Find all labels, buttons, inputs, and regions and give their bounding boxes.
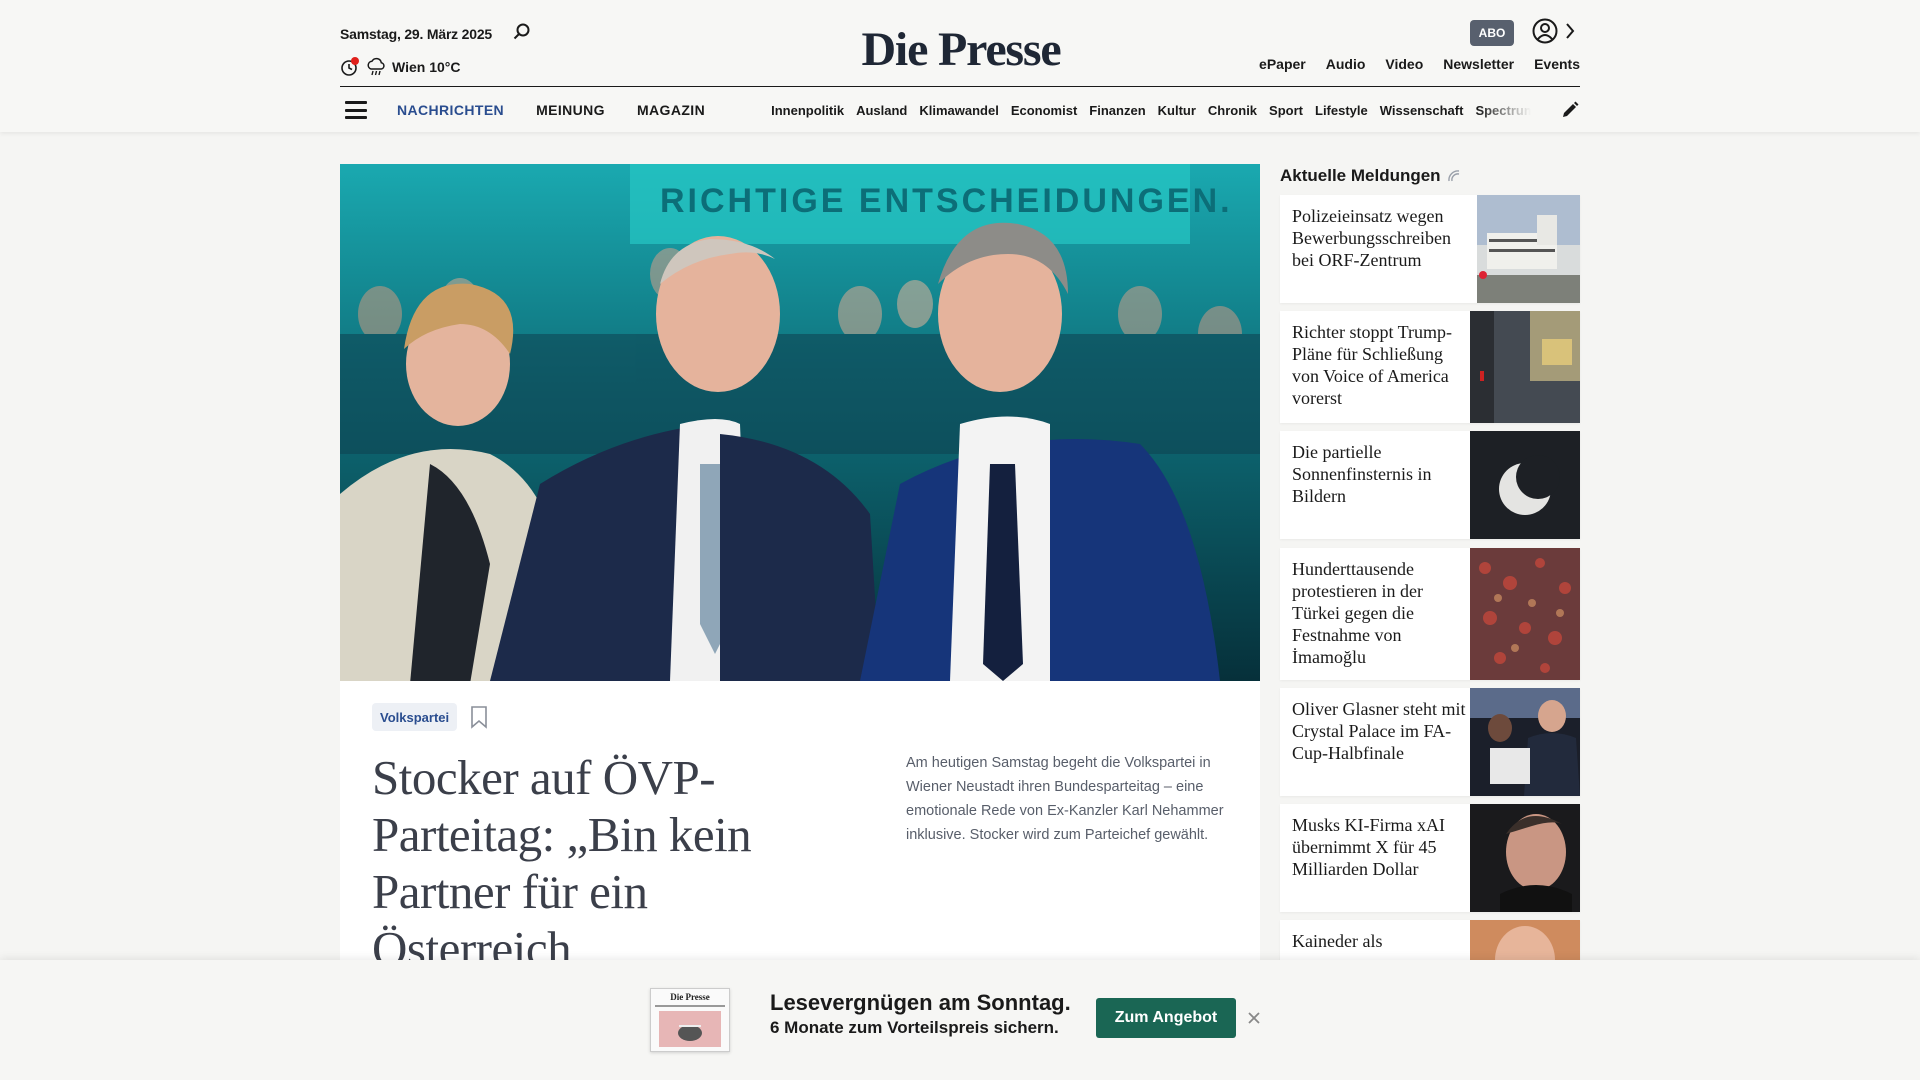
news-card-image xyxy=(1470,431,1580,539)
primary-nav: NACHRICHTEN MEINUNG MAGAZIN xyxy=(397,102,705,118)
sidebar-title-text: Aktuelle Meldungen xyxy=(1280,166,1441,185)
news-card-title[interactable]: Oliver Glasner steht mit Crystal Palace … xyxy=(1292,698,1468,764)
link-audio[interactable]: Audio xyxy=(1326,56,1366,72)
hero-image[interactable]: RICHTIGE ENTSCHEIDUNGEN. xyxy=(340,164,1260,681)
news-card[interactable]: Die partielle Sonnenfinsternis in Bilder… xyxy=(1280,431,1580,539)
abo-button[interactable]: ABO xyxy=(1470,20,1514,46)
link-epaper[interactable]: ePaper xyxy=(1259,56,1306,72)
nav-economist[interactable]: Economist xyxy=(1011,103,1077,118)
news-card[interactable]: Richter stoppt Trump-Pläne für Schließun… xyxy=(1280,311,1580,423)
header-divider xyxy=(340,86,1580,87)
news-card-image xyxy=(1477,195,1580,303)
nav-nachrichten[interactable]: NACHRICHTEN xyxy=(397,102,504,118)
news-card-image xyxy=(1470,804,1580,912)
news-card[interactable]: Oliver Glasner steht mit Crystal Palace … xyxy=(1280,688,1580,796)
close-icon[interactable] xyxy=(1246,1010,1262,1026)
link-video[interactable]: Video xyxy=(1385,56,1423,72)
search-icon[interactable] xyxy=(512,22,532,42)
news-card-image xyxy=(1470,548,1580,680)
pulse-icon xyxy=(1447,170,1459,182)
hero-banner-text: RICHTIGE ENTSCHEIDUNGEN. xyxy=(660,182,1233,220)
section-nav: Innenpolitik Ausland Klimawandel Economi… xyxy=(771,103,1531,118)
site-logo[interactable]: Die Presse xyxy=(859,22,1063,77)
offer-button[interactable]: Zum Angebot xyxy=(1096,998,1236,1038)
news-card-title[interactable]: Die partielle Sonnenfinsternis in Bilder… xyxy=(1292,441,1432,507)
nav-magazin[interactable]: MAGAZIN xyxy=(637,102,705,118)
nav-innenpolitik[interactable]: Innenpolitik xyxy=(771,103,844,118)
nav-wissenschaft[interactable]: Wissenschaft xyxy=(1380,103,1464,118)
pencil-icon[interactable] xyxy=(1560,100,1580,120)
news-card[interactable]: Hunderttausende protestieren in der Türk… xyxy=(1280,548,1580,680)
nav-meinung[interactable]: MEINUNG xyxy=(536,102,605,118)
weather-text: Wien 10°C xyxy=(392,59,461,75)
link-newsletter[interactable]: Newsletter xyxy=(1443,56,1514,72)
bookmark-icon[interactable] xyxy=(470,705,488,729)
nav-ausland[interactable]: Ausland xyxy=(856,103,907,118)
subscription-banner: Die Presse Lesevergnügen am Sonntag. 6 M… xyxy=(0,960,1920,1080)
news-card[interactable]: Musks KI-Firma xAI übernimmt X für 45 Mi… xyxy=(1280,804,1580,912)
nav-kultur[interactable]: Kultur xyxy=(1158,103,1196,118)
main-navigation: NACHRICHTEN MEINUNG MAGAZIN Innenpolitik… xyxy=(340,88,1580,132)
thumbnail-logo: Die Presse xyxy=(670,992,710,1002)
hero-photo: RICHTIGE ENTSCHEIDUNGEN. xyxy=(340,164,1260,681)
news-card-image xyxy=(1470,311,1580,423)
news-card-title[interactable]: Richter stoppt Trump-Pläne für Schließun… xyxy=(1292,321,1468,409)
nav-klimawandel[interactable]: Klimawandel xyxy=(919,103,998,118)
banner-title: Lesevergnügen am Sonntag. xyxy=(770,990,1071,1015)
banner-subtitle: 6 Monate zum Vorteilspreis sichern. xyxy=(770,1018,1059,1037)
current-date: Samstag, 29. März 2025 xyxy=(340,26,493,42)
newspaper-thumbnail: Die Presse xyxy=(650,988,730,1052)
news-card-title[interactable]: Kaineder als xyxy=(1292,930,1468,952)
sidebar-title: Aktuelle Meldungen xyxy=(1280,164,1580,188)
news-card-title[interactable]: Musks KI-Firma xAI übernimmt X für 45 Mi… xyxy=(1292,814,1468,880)
history-icon[interactable] xyxy=(340,57,360,77)
latest-news-sidebar: Aktuelle Meldungen xyxy=(1280,164,1580,188)
link-events[interactable]: Events xyxy=(1534,56,1580,72)
utility-links: ePaper Audio Video Newsletter Events xyxy=(1259,56,1580,72)
rain-cloud-icon xyxy=(367,57,385,76)
weather-widget[interactable]: Wien 10°C xyxy=(340,56,461,78)
news-card[interactable]: Polizeieinsatz wegen Bewerbungsschreiben… xyxy=(1280,195,1580,303)
article-teaser: Am heutigen Samstag begeht die Volkspart… xyxy=(906,755,1224,843)
nav-chronik[interactable]: Chronik xyxy=(1208,103,1257,118)
account-icon[interactable] xyxy=(1532,18,1558,44)
nav-sport[interactable]: Sport xyxy=(1269,103,1303,118)
nav-finanzen[interactable]: Finanzen xyxy=(1089,103,1145,118)
chevron-right-icon[interactable] xyxy=(1564,21,1576,41)
header-inner: Samstag, 29. März 2025 Wien 10°C Die Pre… xyxy=(340,0,1580,132)
news-card-image xyxy=(1470,688,1580,796)
category-tag[interactable]: Volkspartei xyxy=(372,703,458,731)
site-header: Samstag, 29. März 2025 Wien 10°C Die Pre… xyxy=(0,0,1920,132)
menu-icon[interactable] xyxy=(345,101,367,119)
article-headline[interactable]: Stocker auf ÖVP-Parteitag: „Bin kein Par… xyxy=(372,749,792,977)
news-card-title[interactable]: Hunderttausende protestieren in der Türk… xyxy=(1292,558,1440,668)
nav-spectrum[interactable]: Spectrum xyxy=(1475,103,1531,118)
nav-lifestyle[interactable]: Lifestyle xyxy=(1315,103,1368,118)
news-card-title[interactable]: Polizeieinsatz wegen Bewerbungsschreiben… xyxy=(1292,205,1472,271)
